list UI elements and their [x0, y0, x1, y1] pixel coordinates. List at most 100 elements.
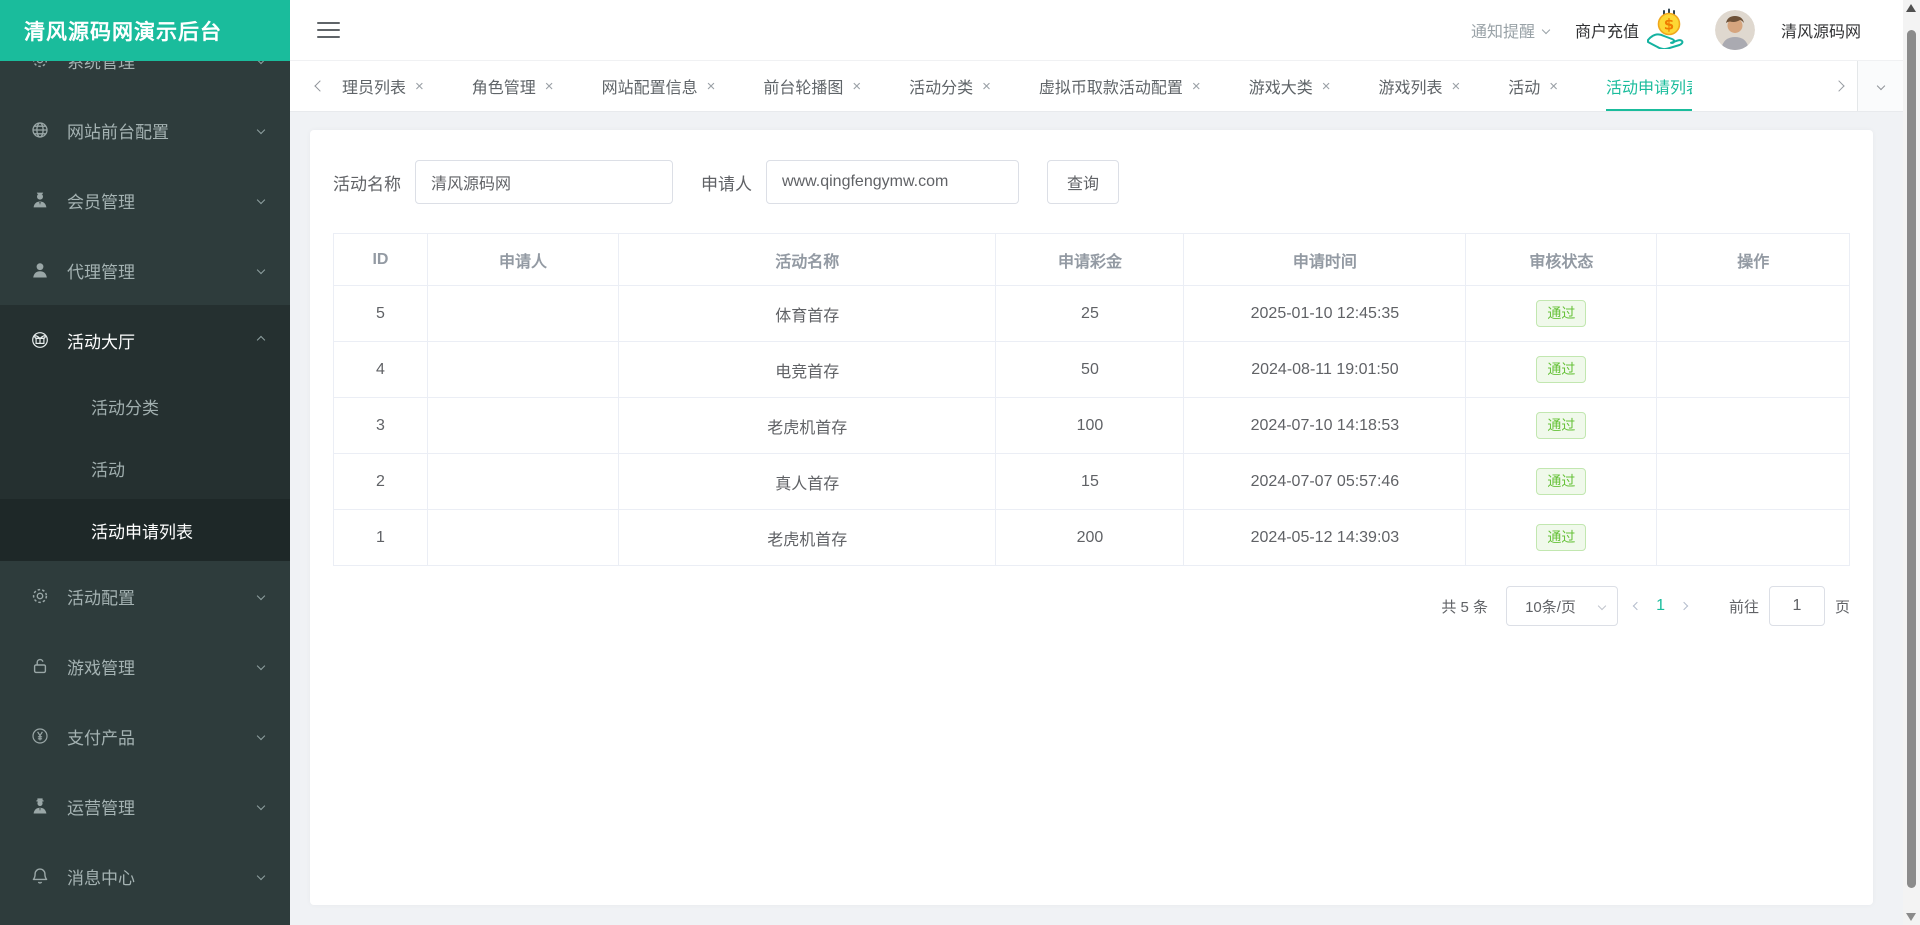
- sidebar-item-6[interactable]: 游戏管理: [0, 631, 290, 701]
- cell-bonus: 200: [996, 510, 1184, 566]
- chevron-down-icon: [1542, 26, 1550, 34]
- page-size-select[interactable]: 10条/页: [1506, 586, 1618, 626]
- recharge-label: 商户充值: [1575, 18, 1639, 42]
- sidebar-item-label: 游戏管理: [67, 654, 135, 679]
- tab-close-icon[interactable]: ×: [415, 78, 424, 95]
- sidebar-subitem-4-2[interactable]: 活动申请列表: [0, 499, 290, 561]
- cell-status: 通过: [1466, 398, 1657, 454]
- tab-5[interactable]: 虚拟币取款活动配置×: [1039, 61, 1201, 111]
- tab-close-icon[interactable]: ×: [545, 78, 554, 95]
- sidebar-subitem-4-1[interactable]: 活动: [0, 437, 290, 499]
- table-row: 5体育首存252025-01-10 12:45:35通过: [334, 286, 1850, 342]
- table-header-row: ID申请人活动名称申请彩金申请时间审核状态操作: [334, 234, 1850, 286]
- cell-id: 2: [334, 454, 428, 510]
- cell-time: 2024-07-07 05:57:46: [1184, 454, 1466, 510]
- sidebar-subitem-4-0[interactable]: 活动分类: [0, 375, 290, 437]
- app-title: 清风源码网演示后台: [24, 16, 222, 46]
- app-logo: 清风源码网演示后台: [0, 0, 290, 61]
- tab-9[interactable]: 活动申请列表: [1606, 61, 1692, 111]
- tab-close-icon[interactable]: ×: [707, 78, 716, 95]
- notification-label: 通知提醒: [1471, 18, 1535, 42]
- vertical-scrollbar[interactable]: [1903, 0, 1920, 925]
- notification-dropdown[interactable]: 通知提醒: [1471, 18, 1549, 42]
- bell-icon: [30, 866, 50, 886]
- tab-label: 理员列表: [342, 74, 406, 98]
- tab-label: 活动: [1508, 74, 1540, 98]
- cell-activity: 电竞首存: [619, 342, 996, 398]
- column-header: 申请人: [427, 234, 618, 286]
- tab-close-icon[interactable]: ×: [1322, 78, 1331, 95]
- tab-4[interactable]: 活动分类×: [909, 61, 991, 111]
- sidebar-item-1[interactable]: 网站前台配置: [0, 95, 290, 165]
- tab-2[interactable]: 网站配置信息 ×: [602, 61, 716, 111]
- sidebar-item-4[interactable]: 活动大厅: [0, 305, 290, 375]
- tab-7[interactable]: 游戏列表×: [1378, 61, 1460, 111]
- chevron-up-icon: [257, 336, 265, 344]
- tab-label: 游戏大类: [1249, 74, 1313, 98]
- tab-close-icon[interactable]: ×: [1549, 78, 1558, 95]
- goto-page-input[interactable]: [1769, 586, 1825, 626]
- cell-actions: [1657, 398, 1850, 454]
- tab-0[interactable]: 理员列表 ×: [342, 61, 424, 111]
- sidebar-item-label: 消息中心: [67, 864, 135, 889]
- sidebar-item-label: 支付产品: [67, 724, 135, 749]
- menu-collapse-icon[interactable]: [317, 17, 340, 43]
- tab-1[interactable]: 角色管理×: [472, 61, 554, 111]
- gift-icon: [30, 330, 50, 350]
- sidebar-item-7[interactable]: 支付产品: [0, 701, 290, 771]
- sidebar-group-4: 活动大厅活动分类活动活动申请列表: [0, 305, 290, 561]
- scroll-up-arrow-icon[interactable]: [1906, 4, 1916, 12]
- cell-time: 2024-08-11 19:01:50: [1184, 342, 1466, 398]
- tabs-scroll-left-icon[interactable]: [314, 80, 325, 91]
- status-badge: 通过: [1536, 412, 1586, 439]
- next-page-icon[interactable]: [1680, 602, 1688, 610]
- activity-name-input[interactable]: [415, 160, 673, 204]
- username-label[interactable]: 清风源码网: [1781, 18, 1861, 42]
- tab-label: 前台轮播图: [763, 74, 843, 98]
- tab-6[interactable]: 游戏大类 ×: [1249, 61, 1331, 111]
- sidebar-item-5[interactable]: 活动配置: [0, 561, 290, 631]
- sidebar-menu: 系统管理网站前台配置会员管理代理管理活动大厅活动分类活动活动申请列表活动配置游戏…: [0, 0, 290, 911]
- user-avatar[interactable]: [1715, 10, 1755, 50]
- agent-icon: [30, 260, 50, 280]
- cell-status: 通过: [1466, 454, 1657, 510]
- operator-icon: [30, 796, 50, 816]
- sidebar-item-8[interactable]: 运营管理: [0, 771, 290, 841]
- cell-activity: 老虎机首存: [619, 510, 996, 566]
- chevron-down-icon: [257, 802, 265, 810]
- query-button[interactable]: 查询: [1047, 160, 1119, 204]
- cell-applicant: [427, 510, 618, 566]
- cell-time: 2025-01-10 12:45:35: [1184, 286, 1466, 342]
- status-badge: 通过: [1536, 356, 1586, 383]
- column-header: 申请彩金: [996, 234, 1184, 286]
- merchant-recharge-button[interactable]: 商户充值 $: [1575, 7, 1689, 54]
- cell-id: 3: [334, 398, 428, 454]
- prev-page-icon[interactable]: [1633, 602, 1641, 610]
- sidebar-item-label: 网站前台配置: [67, 118, 169, 143]
- current-page[interactable]: 1: [1656, 597, 1665, 615]
- table-row: 1老虎机首存2002024-05-12 14:39:03通过: [334, 510, 1850, 566]
- applicant-input[interactable]: [766, 160, 1019, 204]
- content-area: 活动名称 申请人 查询 ID申请人活动名称申请彩金申请时间审核状态操作 5体育首…: [290, 112, 1903, 925]
- tab-label: 网站配置信息: [602, 74, 698, 98]
- cell-applicant: [427, 398, 618, 454]
- cell-id: 4: [334, 342, 428, 398]
- scrollbar-thumb[interactable]: [1907, 30, 1916, 888]
- tab-close-icon[interactable]: ×: [852, 78, 861, 95]
- scroll-down-arrow-icon[interactable]: [1906, 913, 1916, 921]
- tab-close-icon[interactable]: ×: [982, 78, 991, 95]
- tab-close-icon[interactable]: ×: [1192, 78, 1201, 95]
- table-row: 4电竞首存502024-08-11 19:01:50通过: [334, 342, 1850, 398]
- lock-icon: [30, 656, 50, 676]
- sidebar-item-label: 活动大厅: [67, 328, 135, 353]
- sidebar-item-9[interactable]: 消息中心: [0, 841, 290, 911]
- tab-close-icon[interactable]: ×: [1451, 78, 1460, 95]
- tab-3[interactable]: 前台轮播图 ×: [763, 61, 861, 111]
- chevron-down-icon: [257, 872, 265, 880]
- tab-8[interactable]: 活动 ×: [1508, 61, 1558, 111]
- sidebar-item-3[interactable]: 代理管理: [0, 235, 290, 305]
- sidebar-item-2[interactable]: 会员管理: [0, 165, 290, 235]
- cell-actions: [1657, 454, 1850, 510]
- tabs-dropdown-button[interactable]: [1857, 61, 1903, 111]
- tabs-scroll-right-icon[interactable]: [1833, 80, 1844, 91]
